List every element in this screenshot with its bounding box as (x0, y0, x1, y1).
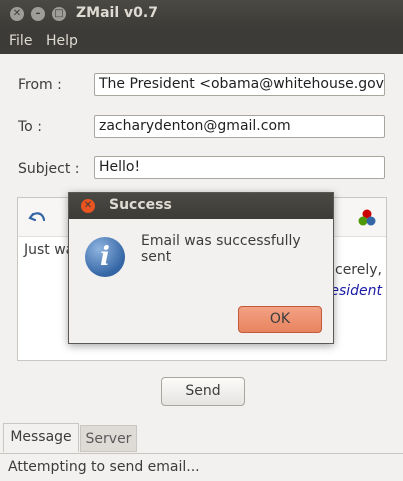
title-bar: ✕ – □ ZMail v0.7 (0, 0, 403, 29)
tab-strip: Message Server (0, 423, 403, 453)
window-title: ZMail v0.7 (76, 5, 158, 21)
status-bar: Attempting to send email... (0, 453, 403, 481)
menu-bar: File Help (0, 29, 403, 54)
tab-message[interactable]: Message (3, 423, 79, 452)
subject-field[interactable]: Hello! (94, 156, 385, 179)
status-text: Attempting to send email... (8, 459, 200, 475)
to-field[interactable]: zacharydenton@gmail.com (94, 115, 385, 138)
ok-button[interactable]: OK (238, 306, 322, 333)
dialog-message: Email was successfully sent (141, 233, 301, 265)
minimize-window-icon[interactable]: – (31, 7, 45, 21)
menu-help[interactable]: Help (46, 33, 78, 49)
close-window-icon[interactable]: ✕ (10, 7, 24, 21)
dialog-close-icon[interactable]: ✕ (81, 199, 95, 213)
to-label: To : (18, 119, 42, 135)
color-picker-icon[interactable] (357, 207, 377, 227)
dialog-title: Success (109, 197, 172, 213)
message-signature: esident (330, 283, 382, 299)
message-body-text: Just wa (24, 242, 75, 258)
from-label: From : (18, 77, 62, 93)
info-icon: i (85, 237, 125, 277)
maximize-window-icon[interactable]: □ (52, 7, 66, 21)
menu-file[interactable]: File (9, 33, 32, 49)
from-field[interactable]: The President <obama@whitehouse.gov> (94, 73, 385, 96)
send-button[interactable]: Send (161, 377, 245, 406)
subject-label: Subject : (18, 161, 80, 177)
dialog-title-bar: ✕ Success (69, 193, 333, 219)
success-dialog: ✕ Success i Email was successfully sent … (68, 192, 334, 344)
undo-icon[interactable] (28, 208, 48, 226)
message-closing-text: ncerely, (326, 262, 382, 278)
tab-server[interactable]: Server (80, 425, 137, 452)
